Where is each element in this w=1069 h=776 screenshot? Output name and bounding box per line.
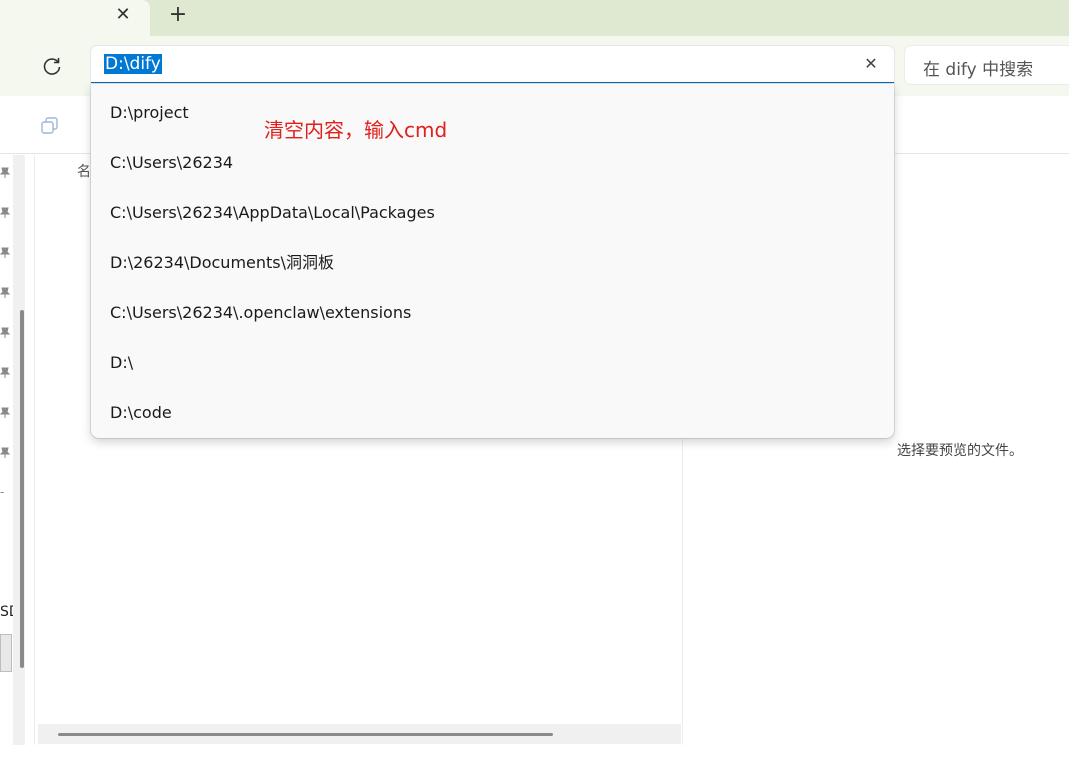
- plus-icon[interactable]: +: [166, 4, 190, 28]
- pin-icon: [0, 447, 10, 458]
- close-icon[interactable]: ✕: [862, 55, 880, 73]
- column-header-name[interactable]: 名: [77, 161, 91, 181]
- annotation-text: 清空内容，输入cmd: [264, 118, 448, 142]
- pin-icon: [0, 207, 10, 218]
- tab-bar: ✕ +: [0, 0, 1069, 36]
- pin-icon: [0, 367, 10, 378]
- pin-icon: [0, 287, 10, 298]
- suggestion-item[interactable]: D:\26234\Documents\洞洞板: [91, 238, 894, 288]
- address-bar[interactable]: D:\dify ✕: [91, 46, 894, 84]
- nav-separator: -: [0, 485, 5, 499]
- suggestion-item[interactable]: D:\project: [91, 88, 894, 138]
- tab-active[interactable]: ✕: [0, 0, 150, 36]
- pin-icon: [0, 247, 10, 258]
- horizontal-scrollbar-thumb[interactable]: [58, 733, 553, 736]
- search-placeholder: 在 dify 中搜索: [923, 60, 1034, 80]
- left-scrollbar-thumb[interactable]: [20, 310, 24, 668]
- pin-icon: [0, 407, 10, 418]
- suggestion-item[interactable]: C:\Users\26234\AppData\Local\Packages: [91, 188, 894, 238]
- nav-item-box[interactable]: [0, 634, 12, 672]
- search-box[interactable]: 在 dify 中搜索: [905, 46, 1069, 84]
- close-icon[interactable]: ✕: [112, 4, 134, 26]
- preview-placeholder: 选择要预览的文件。: [897, 443, 1023, 459]
- pin-icon: [0, 327, 10, 338]
- suggestion-item[interactable]: C:\Users\26234\.openclaw\extensions: [91, 288, 894, 338]
- pin-icon: [0, 167, 10, 178]
- copy-icon[interactable]: [40, 116, 60, 136]
- suggestion-item[interactable]: D:\: [91, 338, 894, 388]
- suggestion-item[interactable]: C:\Users\26234: [91, 138, 894, 188]
- address-suggestions-dropdown: D:\project C:\Users\26234 C:\Users\26234…: [91, 84, 894, 438]
- refresh-icon[interactable]: [40, 54, 64, 78]
- address-input-selected-text[interactable]: D:\dify: [104, 54, 162, 74]
- suggestion-item[interactable]: D:\code: [91, 388, 894, 438]
